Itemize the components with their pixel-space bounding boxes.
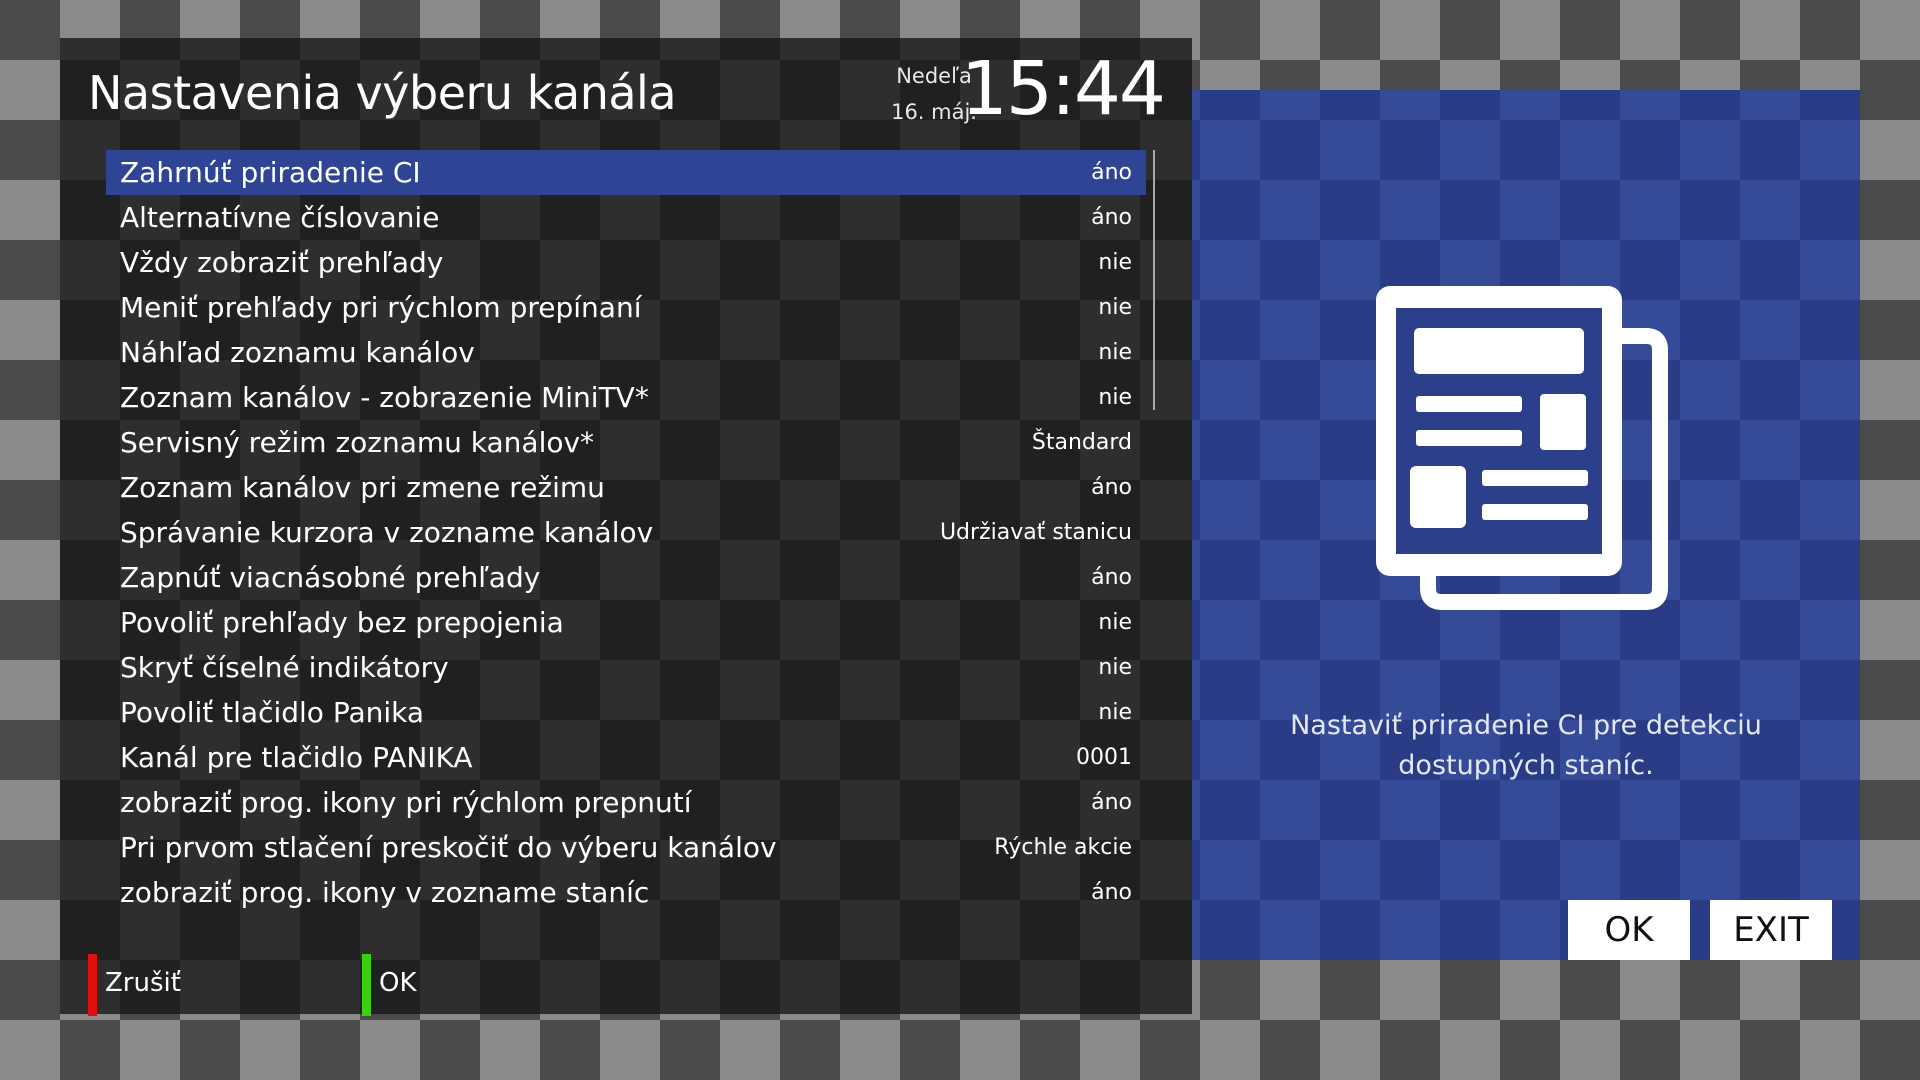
setting-label: Skryť číselné indikátory <box>120 651 449 684</box>
setting-row-minitv-display[interactable]: Zoznam kanálov - zobrazenie MiniTV* nie <box>106 375 1146 420</box>
page-title: Nastavenia výberu kanála <box>88 66 677 120</box>
setting-value: 0001 <box>1076 745 1132 770</box>
setting-row-list-on-mode-change[interactable]: Zoznam kanálov pri zmene režimu áno <box>106 465 1146 510</box>
info-panel: Nastaviť priradenie CI pre detekciu dost… <box>1192 90 1860 960</box>
setting-value: áno <box>1091 205 1132 230</box>
setting-value: áno <box>1091 160 1132 185</box>
setting-row-quick-switch-overviews[interactable]: Meniť prehľady pri rýchlom prepínaní nie <box>106 285 1146 330</box>
red-key-indicator <box>88 954 97 1016</box>
setting-row-channel-list-preview[interactable]: Náhľad zoznamu kanálov nie <box>106 330 1146 375</box>
setting-row-cursor-behavior[interactable]: Správanie kurzora v zozname kanálov Udrž… <box>106 510 1146 555</box>
setting-label: Kanál pre tlačidlo PANIKA <box>120 741 473 774</box>
setting-row-service-mode[interactable]: Servisný režim zoznamu kanálov* Štandard <box>106 420 1146 465</box>
setting-value: nie <box>1098 700 1132 725</box>
setting-row-overviews-without-switch[interactable]: Povoliť prehľady bez prepojenia nie <box>106 600 1146 645</box>
setting-value: áno <box>1091 475 1132 500</box>
setting-label: Alternatívne číslovanie <box>120 201 440 234</box>
setting-label: Zahrnúť priradenie CI <box>120 156 421 189</box>
setting-value: áno <box>1091 790 1132 815</box>
setting-row-enable-panic-button[interactable]: Povoliť tlačidlo Panika nie <box>106 690 1146 735</box>
setting-label: Povoliť tlačidlo Panika <box>120 696 425 729</box>
setting-row-ci-assignment[interactable]: Zahrnúť priradenie CI áno <box>106 150 1146 195</box>
setting-value: nie <box>1098 655 1132 680</box>
setting-label: Náhľad zoznamu kanálov <box>120 336 475 369</box>
settings-list: Zahrnúť priradenie CI áno Alternatívne č… <box>106 150 1210 915</box>
ok-key-label: OK <box>379 968 417 998</box>
setting-row-alternative-numbering[interactable]: Alternatívne číslovanie áno <box>106 195 1146 240</box>
setting-value: nie <box>1098 250 1132 275</box>
setting-row-program-icons-station-list[interactable]: zobraziť prog. ikony v zozname staníc án… <box>106 870 1146 915</box>
cancel-key-label: Zrušiť <box>105 968 181 998</box>
settings-panel: Nastavenia výberu kanála Nedeľa 16. máj.… <box>60 38 1192 1016</box>
setting-row-program-icons-quick-switch[interactable]: zobraziť prog. ikony pri rýchlom prepnut… <box>106 780 1146 825</box>
setting-value: nie <box>1098 340 1132 365</box>
setting-label: Povoliť prehľady bez prepojenia <box>120 606 564 639</box>
setting-label: Správanie kurzora v zozname kanálov <box>120 516 654 549</box>
setting-label: Vždy zobraziť prehľady <box>120 246 444 279</box>
setting-label: Zapnúť viacnásobné prehľady <box>120 561 541 594</box>
setting-label: Meniť prehľady pri rýchlom prepínaní <box>120 291 642 324</box>
setting-label: zobraziť prog. ikony v zozname staníc <box>120 876 650 909</box>
setting-label: zobraziť prog. ikony pri rýchlom prepnut… <box>120 786 692 819</box>
setting-value: nie <box>1098 295 1132 320</box>
green-key-indicator <box>362 954 371 1016</box>
setting-value: nie <box>1098 385 1132 410</box>
setting-label: Zoznam kanálov pri zmene režimu <box>120 471 605 504</box>
exit-button[interactable]: EXIT <box>1710 900 1832 960</box>
setting-row-multiple-overviews[interactable]: Zapnúť viacnásobné prehľady áno <box>106 555 1146 600</box>
ok-button[interactable]: OK <box>1568 900 1690 960</box>
setting-row-always-show-overviews[interactable]: Vždy zobraziť prehľady nie <box>106 240 1146 285</box>
setting-row-first-press-action[interactable]: Pri prvom stlačení preskočiť do výberu k… <box>106 825 1146 870</box>
setting-value: áno <box>1091 565 1132 590</box>
setting-value: áno <box>1091 880 1132 905</box>
setting-row-hide-number-indicators[interactable]: Skryť číselné indikátory nie <box>106 645 1146 690</box>
clock: 15:44 <box>960 46 1166 132</box>
setting-value: Štandard <box>1031 430 1132 455</box>
scrollbar[interactable] <box>1153 150 1155 410</box>
newspaper-icon <box>1376 286 1668 610</box>
setting-row-panic-channel[interactable]: Kanál pre tlačidlo PANIKA 0001 <box>106 735 1146 780</box>
setting-label: Pri prvom stlačení preskočiť do výberu k… <box>120 831 777 864</box>
setting-value: nie <box>1098 610 1132 635</box>
setting-label: Servisný režim zoznamu kanálov* <box>120 426 595 459</box>
setting-value: Udržiavať stanicu <box>939 520 1132 545</box>
help-text: Nastaviť priradenie CI pre detekciu dost… <box>1290 710 1762 781</box>
setting-label: Zoznam kanálov - zobrazenie MiniTV* <box>120 381 649 414</box>
setting-value: Rýchle akcie <box>994 835 1132 860</box>
